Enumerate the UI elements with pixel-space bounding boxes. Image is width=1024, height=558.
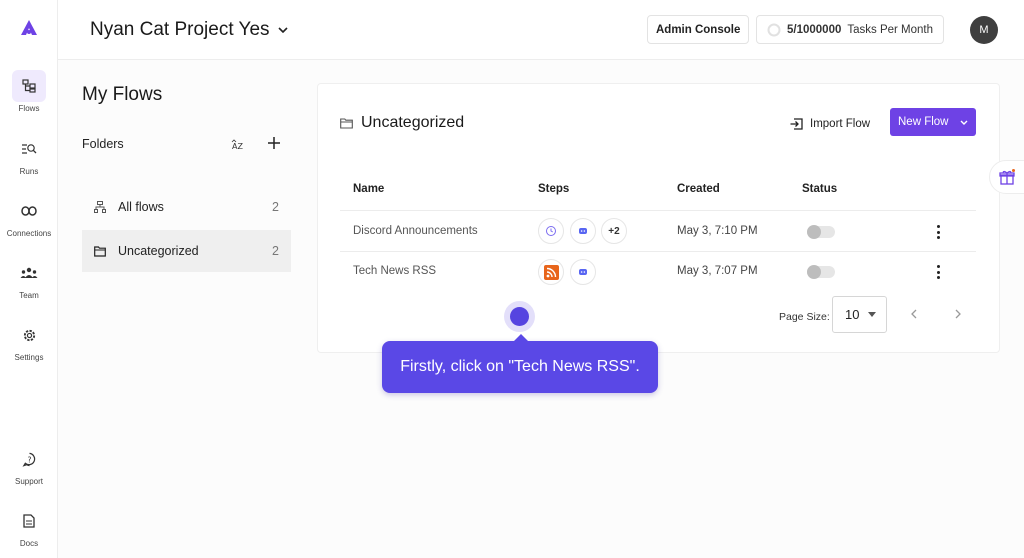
column-header-status: Status <box>802 183 838 195</box>
schedule-icon <box>546 226 556 236</box>
chevron-down-icon <box>277 27 288 33</box>
folder-name: Uncategorized <box>118 244 199 258</box>
new-flow-label: New Flow <box>898 116 949 128</box>
row-divider <box>340 251 976 252</box>
docs-icon <box>12 505 46 537</box>
sidebar-item-connections[interactable]: Connections <box>0 195 58 247</box>
sidebar-item-settings[interactable]: Settings <box>0 319 58 371</box>
new-flow-button[interactable]: New Flow <box>890 108 976 136</box>
column-header-created: Created <box>677 183 720 195</box>
created-date: May 3, 7:07 PM <box>677 265 758 277</box>
tour-hotspot[interactable] <box>510 307 529 326</box>
sidebar-item-docs[interactable]: Docs <box>0 505 58 557</box>
folder-item-uncategorized[interactable]: Uncategorized 2 <box>82 230 291 272</box>
column-header-steps: Steps <box>538 183 570 195</box>
prev-page-icon[interactable] <box>908 308 920 320</box>
sort-alpha-icon[interactable]: AZ <box>231 138 245 152</box>
flow-name-link[interactable]: Tech News RSS <box>353 265 436 277</box>
app-logo[interactable] <box>19 18 39 38</box>
team-icon <box>12 257 46 289</box>
page-size-value: 10 <box>845 307 860 322</box>
sidebar-item-label: Team <box>19 291 39 300</box>
created-date: May 3, 7:10 PM <box>677 225 758 237</box>
project-title: Nyan Cat Project Yes <box>90 19 270 40</box>
admin-console-label: Admin Console <box>656 23 741 36</box>
top-header: Nyan Cat Project Yes Admin Console 5/100… <box>58 0 1024 60</box>
row-menu-icon[interactable] <box>933 264 943 280</box>
whats-new-button[interactable] <box>989 160 1024 194</box>
sidebar-item-label: Settings <box>14 353 44 362</box>
tasks-count: 5/1000000 <box>787 23 842 36</box>
gift-icon <box>999 169 1015 185</box>
sidebar-item-label: Docs <box>19 539 39 548</box>
folder-item-all-flows[interactable]: All flows 2 <box>82 186 291 228</box>
row-menu-icon[interactable] <box>933 224 943 240</box>
rss-icon <box>543 264 559 280</box>
import-icon <box>790 118 803 130</box>
column-header-name: Name <box>353 183 385 195</box>
sidebar-item-flows[interactable]: Flows <box>0 70 58 122</box>
tour-tooltip-text: Firstly, click on "Tech News RSS". <box>400 358 640 375</box>
card-title: Uncategorized <box>340 114 464 132</box>
flow-status-toggle[interactable] <box>807 225 835 239</box>
row-divider <box>340 210 976 211</box>
connections-icon <box>12 195 46 227</box>
page-title: My Flows <box>82 84 163 105</box>
sidebar-item-label: Runs <box>19 167 39 176</box>
runs-icon <box>12 133 46 165</box>
sidebar-item-runs[interactable]: Runs <box>0 133 58 185</box>
tour-tooltip: Firstly, click on "Tech News RSS". <box>382 334 658 393</box>
sidebar-item-team[interactable]: Team <box>0 257 58 309</box>
step-action-icon <box>570 259 596 285</box>
discord-icon <box>579 269 587 275</box>
step-trigger-icon <box>538 259 564 285</box>
support-icon: ? <box>12 443 46 475</box>
folder-name: All flows <box>118 200 164 214</box>
user-avatar[interactable]: M <box>970 16 998 44</box>
project-switcher[interactable]: Nyan Cat Project Yes <box>90 19 288 41</box>
admin-console-button[interactable]: Admin Console <box>647 15 750 44</box>
steps-more-count: +2 <box>608 225 620 237</box>
flow-tree-icon <box>94 200 108 214</box>
folder-icon <box>340 117 353 129</box>
sidebar-item-support[interactable]: ? Support <box>0 443 58 495</box>
chevron-down-icon <box>960 120 968 125</box>
progress-ring-icon <box>767 23 781 36</box>
step-trigger-icon <box>538 218 564 244</box>
steps-more-badge: +2 <box>601 218 627 244</box>
folder-count: 2 <box>272 244 279 258</box>
import-flow-label: Import Flow <box>810 118 871 130</box>
folder-icon <box>94 244 108 258</box>
sidebar: Flows Runs Connections Team Settings ? S… <box>0 0 58 558</box>
tasks-label: Tasks Per Month <box>847 23 934 36</box>
card-title-text: Uncategorized <box>361 114 465 131</box>
folder-count: 2 <box>272 200 279 214</box>
flow-name-link[interactable]: Discord Announcements <box>353 225 478 237</box>
import-flow-button[interactable]: Import Flow <box>790 112 870 136</box>
sort-icon-text: AZ <box>232 142 243 151</box>
page-size-label: Page Size: <box>779 311 830 323</box>
svg-text:?: ? <box>27 455 31 464</box>
avatar-initial: M <box>979 24 989 36</box>
caret-down-icon <box>868 312 876 317</box>
sidebar-item-label: Connections <box>6 229 52 238</box>
folders-heading: Folders <box>82 137 124 151</box>
flow-status-toggle[interactable] <box>807 265 835 279</box>
settings-icon <box>12 319 46 351</box>
tasks-usage-indicator[interactable]: 5/1000000 Tasks Per Month <box>756 15 945 44</box>
next-page-icon[interactable] <box>952 308 964 320</box>
add-folder-icon[interactable] <box>266 135 282 151</box>
sidebar-item-label: Support <box>14 477 44 486</box>
flows-icon <box>12 70 46 102</box>
discord-icon <box>579 228 587 234</box>
step-action-icon <box>570 218 596 244</box>
sidebar-item-label: Flows <box>18 104 40 113</box>
flows-table-card: Uncategorized Import Flow New Flow Name … <box>317 83 1000 353</box>
page-size-select[interactable]: 10 <box>832 296 887 333</box>
